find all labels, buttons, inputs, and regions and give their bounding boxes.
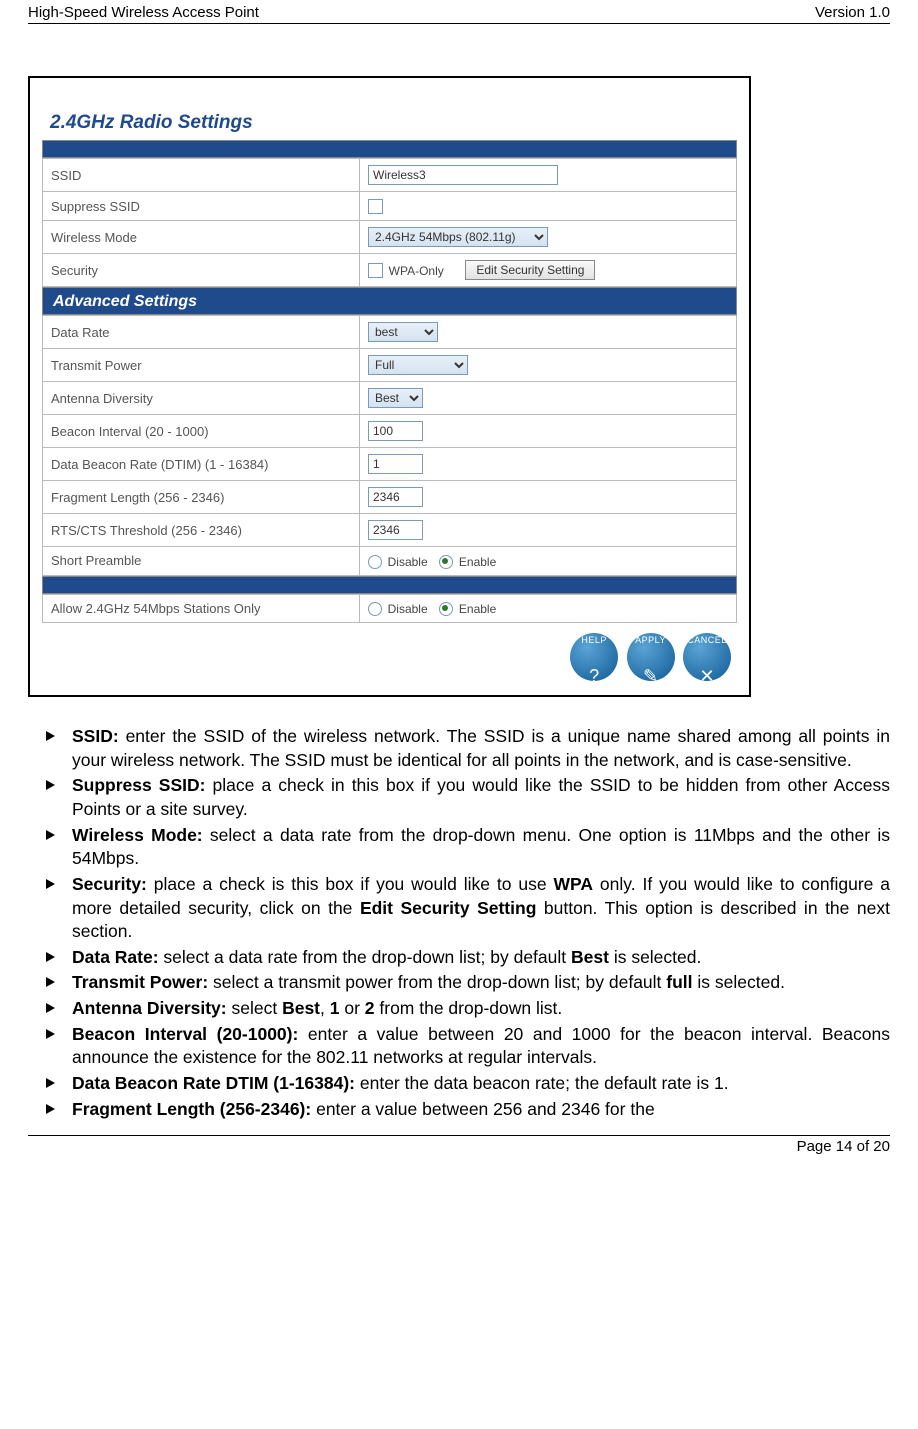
ssid-input[interactable] xyxy=(368,165,558,185)
doc-version: Version 1.0 xyxy=(815,4,890,21)
list-item: Transmit Power: select a transmit power … xyxy=(72,971,890,995)
description-list: SSID: enter the SSID of the wireless net… xyxy=(28,725,890,1121)
frag-label: Fragment Length (256 - 2346) xyxy=(43,481,360,514)
list-item: Data Rate: select a data rate from the d… xyxy=(72,946,890,970)
disable-label-2: Disable xyxy=(388,602,428,616)
cancel-button[interactable]: ✕CANCEL xyxy=(683,633,731,681)
apply-button[interactable]: ✎APPLY xyxy=(627,633,675,681)
wpa-checkbox[interactable] xyxy=(368,263,383,278)
ant-select[interactable]: Best xyxy=(368,388,423,408)
list-item: SSID: enter the SSID of the wireless net… xyxy=(72,725,890,772)
dtim-input[interactable] xyxy=(368,454,423,474)
allow-enable-radio[interactable] xyxy=(439,602,453,616)
advanced-bar: Advanced Settings xyxy=(42,287,737,315)
rts-label: RTS/CTS Threshold (256 - 2346) xyxy=(43,514,360,547)
rts-input[interactable] xyxy=(368,520,423,540)
ant-label: Antenna Diversity xyxy=(43,382,360,415)
wpa-label: WPA-Only xyxy=(389,264,444,278)
config-panel: 2.4GHz Radio Settings SSID Suppress SSID… xyxy=(28,76,751,697)
preamble-label: Short Preamble xyxy=(43,547,360,576)
list-item: Wireless Mode: select a data rate from t… xyxy=(72,824,890,871)
page-number: Page 14 of 20 xyxy=(797,1138,890,1155)
suppress-label: Suppress SSID xyxy=(43,192,360,221)
preamble-disable-radio[interactable] xyxy=(368,555,382,569)
mode-label: Wireless Mode xyxy=(43,221,360,254)
help-button[interactable]: ?HELP xyxy=(570,633,618,681)
enable-label-2: Enable xyxy=(459,602,496,616)
list-item: Data Beacon Rate DTIM (1-16384): enter t… xyxy=(72,1072,890,1096)
enable-label: Enable xyxy=(459,555,496,569)
preamble-enable-radio[interactable] xyxy=(439,555,453,569)
security-label: Security xyxy=(43,254,360,287)
beacon-label: Beacon Interval (20 - 1000) xyxy=(43,415,360,448)
list-item: Security: place a check is this box if y… xyxy=(72,873,890,944)
ssid-label: SSID xyxy=(43,159,360,192)
rate-select[interactable]: best xyxy=(368,322,438,342)
panel-title: 2.4GHz Radio Settings xyxy=(42,108,737,140)
doc-title: High-Speed Wireless Access Point xyxy=(28,4,259,21)
dtim-label: Data Beacon Rate (DTIM) (1 - 16384) xyxy=(43,448,360,481)
suppress-checkbox[interactable] xyxy=(368,199,383,214)
frag-input[interactable] xyxy=(368,487,423,507)
beacon-input[interactable] xyxy=(368,421,423,441)
list-item: Antenna Diversity: select Best, 1 or 2 f… xyxy=(72,997,890,1021)
list-item: Suppress SSID: place a check in this box… xyxy=(72,774,890,821)
section-bar xyxy=(42,140,737,158)
mode-select[interactable]: 2.4GHz 54Mbps (802.11g) xyxy=(368,227,548,247)
list-item: Beacon Interval (20-1000): enter a value… xyxy=(72,1023,890,1070)
tx-select[interactable]: Full xyxy=(368,355,468,375)
allow-disable-radio[interactable] xyxy=(368,602,382,616)
edit-security-button[interactable]: Edit Security Setting xyxy=(465,260,595,280)
list-item: Fragment Length (256-2346): enter a valu… xyxy=(72,1098,890,1122)
allow-label: Allow 2.4GHz 54Mbps Stations Only xyxy=(43,594,360,623)
rate-label: Data Rate xyxy=(43,316,360,349)
tx-label: Transmit Power xyxy=(43,349,360,382)
disable-label: Disable xyxy=(388,555,428,569)
section-bar-2 xyxy=(42,576,737,594)
